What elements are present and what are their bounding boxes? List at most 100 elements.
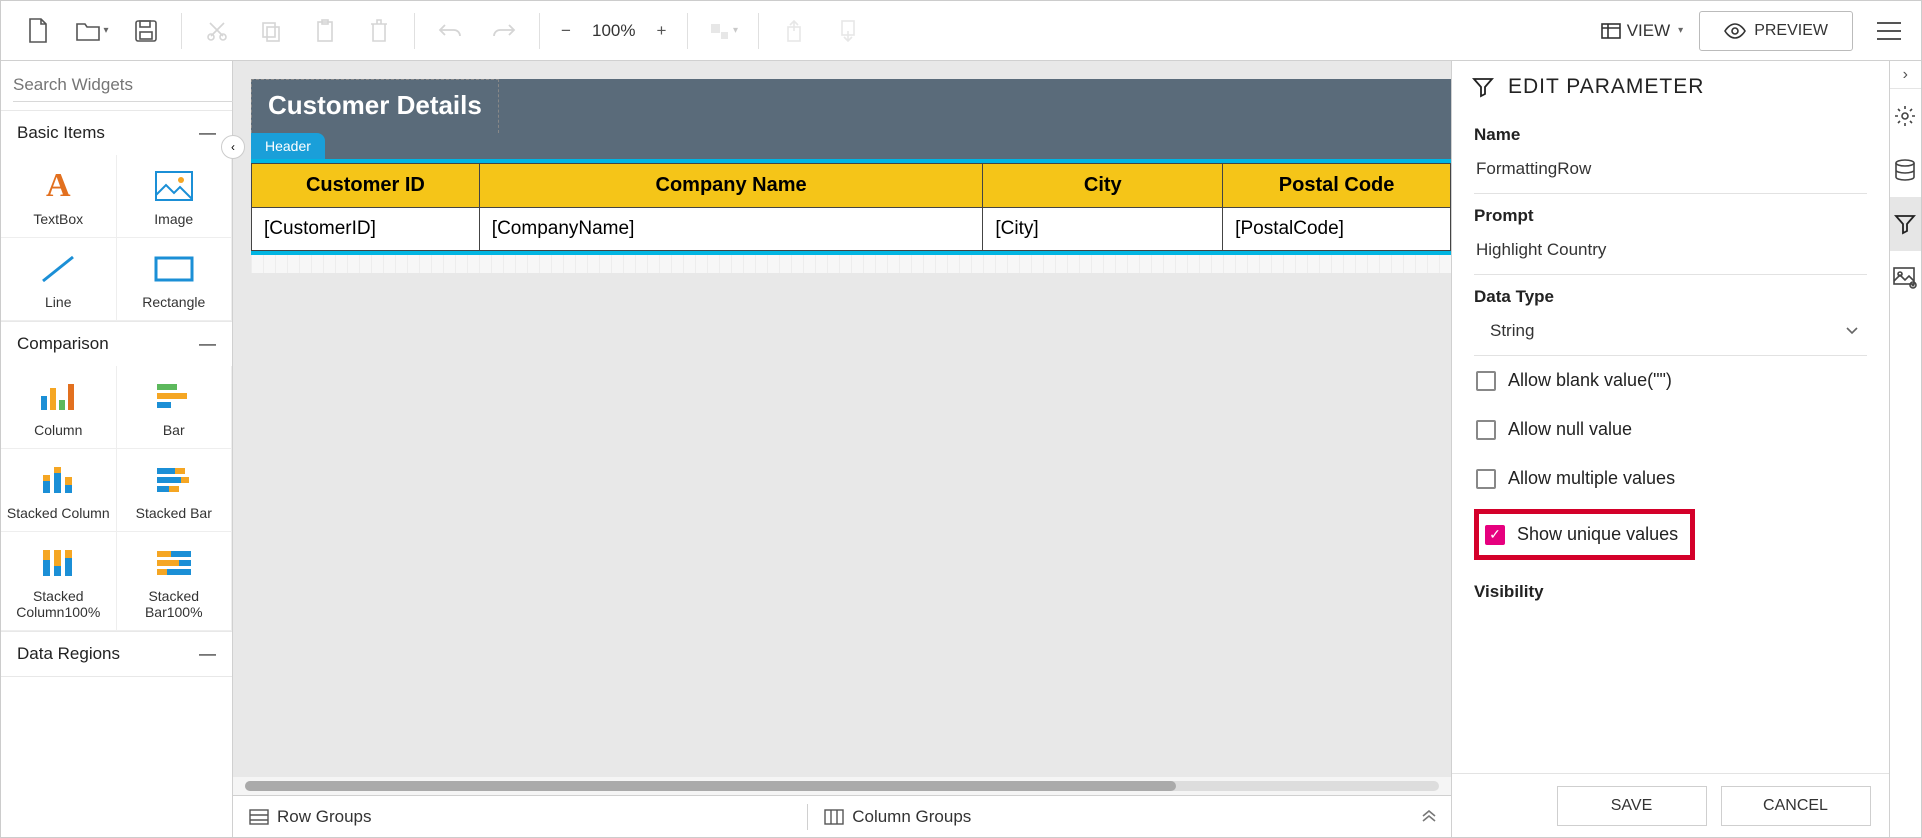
data-button[interactable] xyxy=(1890,143,1922,197)
image-manager-button[interactable] xyxy=(1890,251,1922,305)
widget-label: Image xyxy=(154,211,193,227)
widget-textbox[interactable]: A TextBox xyxy=(1,155,117,238)
zoom-out-button[interactable]: − xyxy=(550,11,582,51)
view-dropdown[interactable]: VIEW ▾ xyxy=(1589,21,1695,41)
rectangle-icon xyxy=(154,252,194,286)
widget-stacked-bar-100[interactable]: Stacked Bar100% xyxy=(117,532,233,631)
category-label: Data Regions xyxy=(17,644,120,664)
checkbox-icon xyxy=(1476,420,1496,440)
line-icon xyxy=(40,252,76,286)
redo-button xyxy=(479,11,529,51)
stacked-bar-icon xyxy=(155,463,193,497)
column-groups-panel[interactable]: Column Groups xyxy=(808,807,987,827)
show-unique-checkbox[interactable]: ✓ Show unique values xyxy=(1483,518,1680,551)
widget-label: TextBox xyxy=(33,211,83,227)
table-header[interactable]: City xyxy=(983,164,1223,208)
checkbox-label: Allow multiple values xyxy=(1508,468,1675,489)
category-label: Comparison xyxy=(17,334,109,354)
datatype-value: String xyxy=(1482,321,1534,341)
widget-column[interactable]: Column xyxy=(1,366,117,449)
table-header[interactable]: Postal Code xyxy=(1223,164,1451,208)
checkbox-icon xyxy=(1476,469,1496,489)
search-widgets-input[interactable] xyxy=(13,69,234,102)
widget-bar[interactable]: Bar xyxy=(117,366,233,449)
datatype-select[interactable]: String xyxy=(1474,307,1867,356)
widget-stacked-bar[interactable]: Stacked Bar xyxy=(117,449,233,532)
open-file-button[interactable]: ▾ xyxy=(67,11,117,51)
cancel-button[interactable]: CANCEL xyxy=(1721,786,1871,826)
separator xyxy=(687,13,688,49)
stacked-column-icon xyxy=(39,463,77,497)
prompt-input[interactable]: Highlight Country xyxy=(1474,226,1867,275)
table-header[interactable]: Company Name xyxy=(479,164,983,208)
textbox-icon: A xyxy=(46,169,71,203)
parameters-button[interactable] xyxy=(1890,197,1922,251)
report-title[interactable]: Customer Details xyxy=(251,79,499,133)
stacked-column-100-icon xyxy=(39,546,77,580)
table-cell[interactable]: [CustomerID] xyxy=(252,208,480,251)
widget-label: Stacked Column100% xyxy=(5,588,112,620)
horizontal-scrollbar[interactable] xyxy=(233,777,1451,795)
paste-button xyxy=(300,11,350,51)
allow-multiple-checkbox[interactable]: Allow multiple values xyxy=(1474,454,1867,503)
table-cell[interactable]: [PostalCode] xyxy=(1223,208,1451,251)
category-label: Basic Items xyxy=(17,123,105,143)
align-button: ▾ xyxy=(698,11,748,51)
copy-button xyxy=(246,11,296,51)
bar-chart-icon xyxy=(155,380,193,414)
row-groups-panel[interactable]: Row Groups xyxy=(233,807,387,827)
bring-front-button xyxy=(769,11,819,51)
widget-label: Stacked Bar xyxy=(136,505,212,521)
hamburger-menu-button[interactable] xyxy=(1869,11,1909,51)
table-cell[interactable]: [CompanyName] xyxy=(479,208,983,251)
allow-blank-checkbox[interactable]: Allow blank value("") xyxy=(1474,356,1867,405)
name-input[interactable]: FormattingRow xyxy=(1474,145,1867,194)
widget-image[interactable]: Image xyxy=(117,155,233,238)
widget-stacked-column-100[interactable]: Stacked Column100% xyxy=(1,532,117,631)
panel-title: EDIT PARAMETER xyxy=(1508,75,1704,99)
preview-button[interactable]: PREVIEW xyxy=(1699,11,1853,51)
top-toolbar: ▾ − 100% + ▾ VIEW ▾ xyxy=(1,1,1921,61)
data-table[interactable]: Customer ID Company Name City Postal Cod… xyxy=(251,163,1451,251)
category-comparison[interactable]: Comparison — xyxy=(1,322,232,366)
groups-bar: Row Groups Column Groups xyxy=(233,795,1451,837)
widgets-sidebar: Basic Items — A TextBox Image Line xyxy=(1,61,233,837)
category-basic-items[interactable]: Basic Items — xyxy=(1,111,232,155)
groups-collapse-button[interactable] xyxy=(1407,810,1451,824)
zoom-controls: − 100% + xyxy=(550,11,677,51)
rail-expand-button[interactable]: › xyxy=(1890,61,1922,89)
save-button[interactable]: SAVE xyxy=(1557,786,1707,826)
ruler xyxy=(251,255,1451,273)
image-icon xyxy=(155,169,193,203)
save-button[interactable] xyxy=(121,11,171,51)
header-tag[interactable]: Header xyxy=(251,133,325,159)
category-data-regions[interactable]: Data Regions — xyxy=(1,632,232,676)
row-groups-label: Row Groups xyxy=(277,807,371,827)
new-file-button[interactable] xyxy=(13,11,63,51)
preview-label: PREVIEW xyxy=(1754,22,1828,40)
parameter-panel: EDIT PARAMETER Name FormattingRow Prompt… xyxy=(1451,61,1889,837)
view-label: VIEW xyxy=(1627,21,1670,41)
allow-null-checkbox[interactable]: Allow null value xyxy=(1474,405,1867,454)
chevron-down-icon: ▾ xyxy=(733,25,738,36)
visibility-label: Visibility xyxy=(1474,582,1867,602)
sidebar-collapse-button[interactable]: ‹ xyxy=(221,135,245,159)
checkbox-label: Allow blank value("") xyxy=(1508,370,1672,391)
widget-rectangle[interactable]: Rectangle xyxy=(117,238,233,321)
separator xyxy=(414,13,415,49)
checkbox-label: Allow null value xyxy=(1508,419,1632,440)
zoom-level: 100% xyxy=(592,21,635,41)
properties-button[interactable] xyxy=(1890,89,1922,143)
chevron-down-icon: ▾ xyxy=(103,25,108,36)
widget-line[interactable]: Line xyxy=(1,238,117,321)
table-header[interactable]: Customer ID xyxy=(252,164,480,208)
table-cell[interactable]: [City] xyxy=(983,208,1223,251)
zoom-in-button[interactable]: + xyxy=(645,11,677,51)
prompt-label: Prompt xyxy=(1474,206,1867,226)
checkbox-icon xyxy=(1476,371,1496,391)
datatype-label: Data Type xyxy=(1474,287,1867,307)
column-groups-label: Column Groups xyxy=(852,807,971,827)
report-body[interactable]: Customer Details Header Customer ID Comp… xyxy=(251,79,1451,273)
widget-stacked-column[interactable]: Stacked Column xyxy=(1,449,117,532)
collapse-icon: — xyxy=(199,644,216,664)
